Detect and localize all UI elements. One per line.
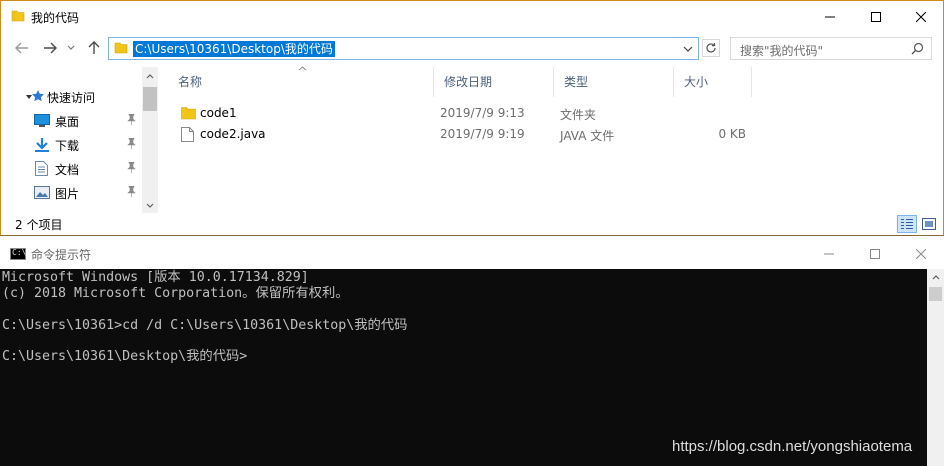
large-icons-view-button[interactable] bbox=[919, 215, 939, 233]
nav-label: 快速访问 bbox=[47, 90, 96, 105]
console-prompt: C:\Users\10361\Desktop\我的代码> bbox=[2, 349, 248, 364]
scroll-thumb[interactable] bbox=[143, 87, 157, 111]
file-date: 2019/7/9 9:19 bbox=[440, 127, 525, 141]
file-type: JAVA 文件 bbox=[560, 129, 615, 143]
minimize-button[interactable] bbox=[806, 238, 852, 269]
nav-item-quick-access[interactable]: 快速访问 bbox=[1, 86, 141, 108]
window-title: 命令提示符 bbox=[31, 248, 92, 262]
console-line: (c) 2018 Microsoft Corporation。保留所有权利。 bbox=[2, 286, 349, 301]
folder-icon bbox=[11, 9, 25, 26]
cmd-scrollbar[interactable] bbox=[927, 269, 944, 466]
forward-button[interactable] bbox=[40, 38, 60, 58]
column-headers: 名称 修改日期 类型 大小 bbox=[168, 66, 758, 97]
maximize-button[interactable] bbox=[853, 1, 899, 32]
close-button[interactable] bbox=[898, 238, 944, 269]
close-button[interactable] bbox=[898, 1, 944, 32]
pin-icon bbox=[127, 137, 136, 152]
nav-label: 下载 bbox=[55, 138, 80, 153]
document-icon bbox=[35, 161, 48, 179]
pin-icon bbox=[127, 113, 136, 128]
explorer-titlebar[interactable]: 我的代码 bbox=[1, 1, 943, 32]
watermark: https://blog.csdn.net/yongshiaotema bbox=[672, 438, 913, 455]
download-icon bbox=[34, 138, 50, 155]
cmd-window: C:\ 命令提示符 Microsoft Windows [版本 10.0.171… bbox=[0, 238, 944, 466]
file-name: code1 bbox=[200, 106, 237, 120]
refresh-icon bbox=[706, 43, 716, 53]
file-icon bbox=[181, 127, 194, 145]
cmd-icon: C:\ bbox=[10, 248, 26, 260]
nav-item-desktop[interactable]: 桌面 bbox=[1, 110, 141, 132]
pin-icon bbox=[127, 161, 136, 176]
scroll-up-icon[interactable] bbox=[142, 69, 158, 83]
address-bar[interactable]: C:\Users\10361\Desktop\我的代码 bbox=[108, 37, 699, 60]
column-size[interactable]: 大小 bbox=[674, 67, 752, 97]
file-row[interactable]: code1 2019/7/9 9:13 文件夹 bbox=[171, 103, 751, 124]
explorer-window: 我的代码 C:\Users\10361\Desktop\我的代码 搜索"我的代码… bbox=[0, 0, 944, 236]
scroll-down-icon[interactable] bbox=[142, 198, 158, 212]
address-dropdown-button[interactable] bbox=[680, 40, 696, 57]
back-button[interactable] bbox=[12, 38, 32, 58]
picture-icon bbox=[34, 186, 50, 202]
item-count: 2 个项目 bbox=[15, 218, 63, 232]
navigation-bar: C:\Users\10361\Desktop\我的代码 搜索"我的代码" bbox=[1, 34, 943, 63]
recent-locations-button[interactable] bbox=[64, 38, 78, 58]
scroll-thumb[interactable] bbox=[929, 287, 942, 301]
column-name[interactable]: 名称 bbox=[168, 67, 434, 97]
window-title: 我的代码 bbox=[31, 11, 80, 25]
minimize-button[interactable] bbox=[807, 1, 853, 32]
column-type[interactable]: 类型 bbox=[554, 67, 674, 97]
search-icon[interactable] bbox=[911, 42, 924, 58]
desktop-icon bbox=[34, 114, 50, 131]
file-row[interactable]: code2.java 2019/7/9 9:19 JAVA 文件 0 KB bbox=[171, 124, 751, 145]
up-button[interactable] bbox=[84, 38, 104, 58]
console-line: Microsoft Windows [版本 10.0.17134.829] bbox=[2, 270, 309, 285]
nav-label: 桌面 bbox=[55, 114, 80, 129]
maximize-button[interactable] bbox=[852, 238, 898, 269]
folder-icon bbox=[181, 106, 196, 123]
nav-item-documents[interactable]: 文档 bbox=[1, 158, 141, 180]
nav-label: 文档 bbox=[55, 162, 80, 177]
address-text[interactable]: C:\Users\10361\Desktop\我的代码 bbox=[133, 41, 335, 57]
file-size: 0 KB bbox=[718, 127, 746, 141]
console-output[interactable]: Microsoft Windows [版本 10.0.17134.829] (c… bbox=[2, 269, 924, 466]
folder-icon bbox=[114, 41, 128, 58]
navigation-scrollbar[interactable] bbox=[142, 67, 158, 213]
file-name: code2.java bbox=[200, 127, 266, 141]
cmd-titlebar[interactable]: C:\ 命令提示符 bbox=[0, 238, 944, 269]
status-bar: 2 个项目 bbox=[1, 213, 943, 235]
arrow-right-icon bbox=[44, 42, 57, 54]
chevron-down-icon bbox=[683, 46, 693, 52]
search-box[interactable]: 搜索"我的代码" bbox=[730, 37, 932, 60]
chevron-down-icon bbox=[67, 45, 75, 50]
details-view-icon bbox=[901, 219, 913, 229]
nav-item-downloads[interactable]: 下载 bbox=[1, 134, 141, 156]
file-date: 2019/7/9 9:13 bbox=[440, 106, 525, 120]
pin-icon bbox=[127, 185, 136, 200]
column-date[interactable]: 修改日期 bbox=[434, 67, 554, 97]
navigation-pane: 快速访问 桌面 下载 文档 图片 bbox=[1, 67, 159, 213]
nav-label: 图片 bbox=[55, 186, 80, 201]
nav-item-pictures[interactable]: 图片 bbox=[1, 182, 141, 204]
refresh-button[interactable] bbox=[702, 39, 720, 57]
file-type: 文件夹 bbox=[560, 108, 597, 122]
arrow-left-icon bbox=[15, 42, 28, 54]
star-icon bbox=[31, 89, 45, 106]
details-view-button[interactable] bbox=[897, 215, 917, 233]
scroll-up-icon[interactable] bbox=[927, 269, 944, 286]
arrow-up-icon bbox=[88, 41, 100, 54]
large-icons-view-icon bbox=[922, 218, 936, 230]
console-line: C:\Users\10361>cd /d C:\Users\10361\Desk… bbox=[2, 318, 408, 333]
search-placeholder: 搜索"我的代码" bbox=[740, 44, 824, 58]
